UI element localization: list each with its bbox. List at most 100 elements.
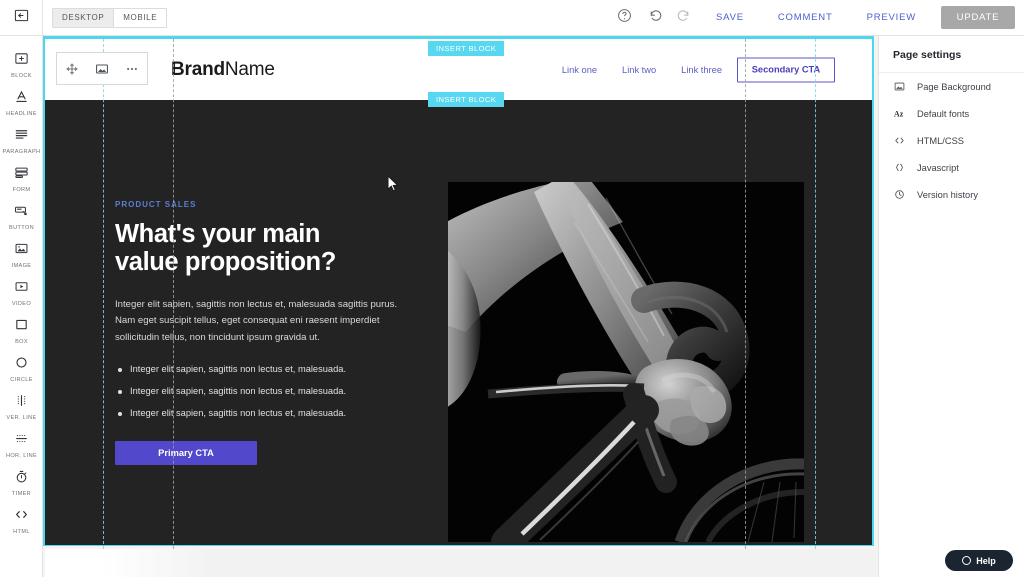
header-nav: Link one Link two Link three: [562, 65, 722, 75]
page-title: Page settings: [879, 36, 1024, 73]
curly-braces-icon: [893, 162, 905, 173]
help-widget-label: Help: [976, 555, 996, 566]
help-button[interactable]: [609, 0, 639, 36]
sidebar-label: TIMER: [11, 491, 32, 497]
image-block-icon[interactable]: [91, 58, 113, 80]
insert-block-badge-bottom[interactable]: INSERT BLOCK: [428, 92, 505, 107]
hero-bullet-list: Integer elit sapien, sagittis non lectus…: [115, 364, 415, 419]
collapse-sidebar-button[interactable]: [0, 0, 43, 35]
image-icon: [14, 241, 29, 261]
page-builder-app: DESKTOP MOBILE SAVE COMMENT PREVIEW UPDA…: [0, 0, 1024, 577]
help-circle-icon: [962, 556, 972, 565]
video-icon: [14, 279, 29, 299]
top-toolbar: DESKTOP MOBILE SAVE COMMENT PREVIEW UPDA…: [0, 0, 1024, 36]
nav-link-two[interactable]: Link two: [622, 65, 656, 75]
help-circle-icon: [617, 8, 632, 28]
update-button[interactable]: UPDATE: [941, 6, 1015, 29]
sidebar-item-video[interactable]: VIDEO: [0, 274, 43, 312]
hero-image[interactable]: [448, 182, 804, 542]
undo-icon: [647, 8, 662, 28]
html-code-icon: [14, 507, 29, 527]
device-tab-desktop[interactable]: DESKTOP: [53, 8, 115, 27]
sidebar-item-box[interactable]: BOX: [0, 312, 43, 350]
sidebar-item-vertical-line[interactable]: VER. LINE: [0, 388, 43, 426]
move-handle-icon[interactable]: [61, 58, 83, 80]
brand-logo[interactable]: BrandName: [171, 59, 275, 81]
brand-light-text: Name: [224, 58, 275, 80]
top-toolbar-right: SAVE COMMENT PREVIEW UPDATE: [609, 0, 1024, 35]
list-item: Integer elit sapien, sagittis non lectus…: [115, 408, 415, 419]
list-item: Integer elit sapien, sagittis non lectus…: [115, 386, 415, 397]
clock-history-icon: [893, 189, 905, 200]
settings-label: Page Background: [917, 81, 991, 92]
sidebar-label: HTML: [13, 529, 30, 535]
page-settings-panel: Page settings Page Background Az Default…: [878, 36, 1024, 577]
redo-button[interactable]: [669, 0, 699, 36]
settings-label: HTML/CSS: [917, 135, 965, 146]
settings-item-page-background[interactable]: Page Background: [879, 73, 1024, 100]
form-icon: [14, 165, 29, 185]
hero-eyebrow: PRODUCT SALES: [115, 200, 197, 209]
nav-link-one[interactable]: Link one: [562, 65, 597, 75]
hero-paragraph: Integer elit sapien, sagittis non lectus…: [115, 298, 398, 343]
sidebar-item-image[interactable]: IMAGE: [0, 236, 43, 274]
sidebar-label: VIDEO: [11, 301, 32, 307]
sidebar-label: BLOCK: [11, 73, 32, 79]
settings-item-version-history[interactable]: Version history: [879, 181, 1024, 208]
sidebar-item-form[interactable]: FORM: [0, 160, 43, 198]
circle-icon: [14, 355, 29, 375]
sidebar-label: BUTTON: [9, 225, 34, 231]
help-widget-button[interactable]: Help: [945, 550, 1013, 571]
block-toolbar: [56, 52, 148, 85]
angle-brackets-icon: [893, 135, 905, 146]
sidebar-item-button[interactable]: BUTTON: [0, 198, 43, 236]
settings-label: Default fonts: [917, 108, 970, 119]
settings-item-html-css[interactable]: HTML/CSS: [879, 127, 1024, 154]
nav-link-three[interactable]: Link three: [681, 65, 722, 75]
element-sidebar: BLOCK HEADLINE PARAGRAPH FORM BUTTON IMA…: [0, 36, 43, 577]
timer-icon: [14, 469, 29, 489]
headline-icon: [14, 89, 29, 109]
brand-bold-text: Brand: [171, 58, 225, 80]
sidebar-label: HOR. LINE: [5, 453, 38, 459]
page-background-strip: [45, 549, 876, 577]
sidebar-label: FORM: [12, 187, 31, 193]
sidebar-label: PARAGRAPH: [2, 149, 41, 155]
sidebar-item-block[interactable]: BLOCK: [0, 46, 43, 84]
hero-title-line-2: value proposition?: [115, 248, 336, 277]
hero-block[interactable]: PRODUCT SALES What's your main value pro…: [45, 100, 872, 545]
sidebar-item-paragraph[interactable]: PARAGRAPH: [0, 122, 43, 160]
editor-canvas-area: BrandName Link one Link two Link three S…: [43, 36, 878, 577]
sidebar-item-timer[interactable]: TIMER: [0, 464, 43, 502]
primary-cta-button[interactable]: Primary CTA: [115, 440, 257, 465]
button-icon: [14, 203, 29, 223]
block-icon: [14, 51, 29, 71]
save-button[interactable]: SAVE: [699, 0, 761, 35]
vertical-line-icon: [14, 393, 29, 413]
sidebar-item-html[interactable]: HTML: [0, 502, 43, 540]
paragraph-icon: [14, 127, 29, 147]
box-icon: [14, 317, 29, 337]
sidebar-label: VER. LINE: [6, 415, 37, 421]
more-options-icon[interactable]: [121, 58, 143, 80]
picture-icon: [893, 81, 905, 92]
hero-title-line-1: What's your main: [115, 220, 321, 248]
insert-block-badge-top[interactable]: INSERT BLOCK: [428, 41, 505, 56]
hero-title[interactable]: What's your main value proposition?: [115, 220, 415, 277]
sidebar-item-horizontal-line[interactable]: HOR. LINE: [0, 426, 43, 464]
horizontal-line-icon: [14, 431, 29, 451]
device-tab-mobile[interactable]: MOBILE: [114, 8, 167, 27]
undo-button[interactable]: [639, 0, 669, 36]
settings-item-javascript[interactable]: Javascript: [879, 154, 1024, 181]
collapse-panel-icon: [14, 8, 29, 28]
svg-text:Az: Az: [894, 109, 904, 118]
sidebar-item-headline[interactable]: HEADLINE: [0, 84, 43, 122]
page-canvas[interactable]: BrandName Link one Link two Link three S…: [43, 36, 876, 577]
comment-button[interactable]: COMMENT: [761, 0, 850, 35]
sidebar-label: HEADLINE: [6, 111, 37, 117]
sidebar-item-circle[interactable]: CIRCLE: [0, 350, 43, 388]
settings-item-default-fonts[interactable]: Az Default fonts: [879, 100, 1024, 127]
secondary-cta-button[interactable]: Secondary CTA: [737, 57, 835, 82]
preview-button[interactable]: PREVIEW: [850, 0, 933, 35]
settings-label: Javascript: [917, 162, 959, 173]
